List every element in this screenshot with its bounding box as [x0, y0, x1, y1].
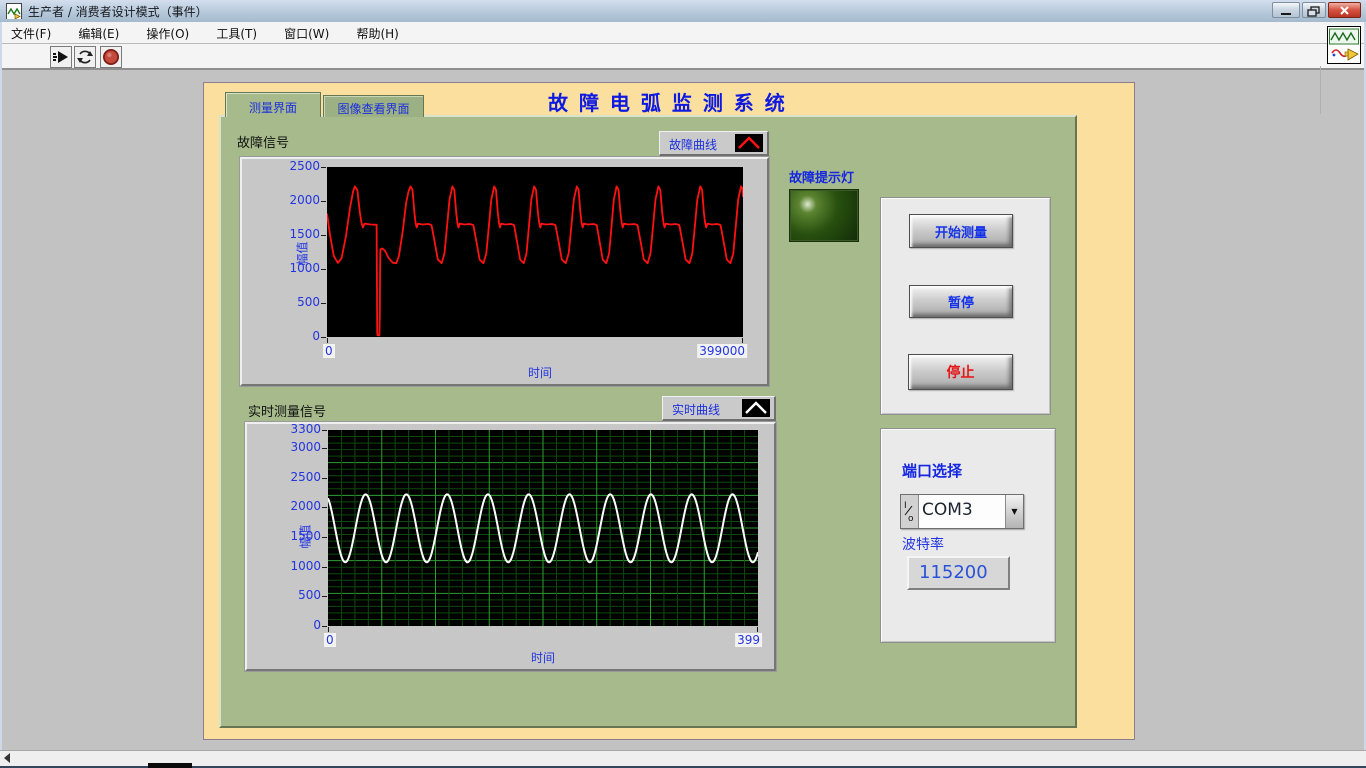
chart2-xtickmark [757, 627, 758, 632]
chart2-ytickmark [322, 507, 327, 508]
chart1-ytickmark [321, 167, 326, 168]
chart2-legend-label: 实时曲线 [672, 401, 720, 418]
chart2-legend[interactable]: 实时曲线 [662, 396, 776, 421]
scroll-left-arrow-icon[interactable] [4, 753, 10, 763]
chart2-title: 实时测量信号 [248, 401, 326, 420]
com-port-value[interactable]: COM3 [919, 495, 1005, 528]
chart1-legend[interactable]: 故障曲线 [659, 131, 769, 156]
restore-button[interactable] [1302, 2, 1326, 18]
chart1-legend-label: 故障曲线 [669, 136, 717, 153]
menu-operate[interactable]: 操作(O) [135, 22, 200, 42]
chart1-ytick: 1500 [274, 227, 320, 241]
com-port-combobox[interactable]: Io COM3 ▼ [900, 494, 1024, 529]
fault-led-label: 故障提示灯 [789, 167, 854, 186]
menu-window[interactable]: 窗口(W) [273, 22, 340, 42]
svg-text:I: I [904, 501, 907, 511]
chart2-ytick: 2500 [275, 470, 321, 484]
chart1-ytick: 500 [274, 295, 320, 309]
menu-help[interactable]: 帮助(H) [345, 22, 409, 42]
toolbar-separator [1320, 66, 1321, 114]
chart1-ytickmark [321, 235, 326, 236]
tab-measurement[interactable]: 测量界面 [225, 92, 321, 117]
vi-icon [1327, 26, 1361, 64]
menubar: 文件(F) 编辑(E) 操作(O) 工具(T) 窗口(W) 帮助(H) [0, 22, 1366, 44]
labview-front-panel-window: 生产者 / 消费者设计模式（事件） 文件(F) 编辑(E) 操作(O) 工具(T… [0, 0, 1366, 768]
toolbar [0, 44, 1366, 70]
menu-file[interactable]: 文件(F) [0, 22, 62, 42]
chart1-ytickmark [321, 337, 326, 338]
chart1-xtick: 399000 [697, 344, 747, 358]
combobox-dropdown-arrow[interactable]: ▼ [1005, 495, 1023, 528]
chart1-ytick: 1000 [274, 261, 320, 275]
chart2-xtickmark [328, 627, 329, 632]
chart1-xtickmark [327, 338, 328, 343]
taskbar-peek-notch [148, 763, 192, 768]
stop-button[interactable]: 停止 [908, 354, 1013, 390]
chart2-ytickmark [322, 567, 327, 568]
pause-button[interactable]: 暂停 [909, 285, 1013, 318]
menu-tools[interactable]: 工具(T) [205, 22, 268, 42]
run-button[interactable] [50, 46, 72, 68]
chart2-xlabel: 时间 [523, 649, 563, 666]
chart2-xtick: 399 [735, 633, 762, 647]
chart2-ytick: 500 [275, 588, 321, 602]
chart1-plot-area[interactable] [327, 167, 743, 337]
run-continuous-button[interactable] [74, 46, 96, 68]
labview-app-icon [6, 3, 22, 19]
svg-text:o: o [908, 514, 914, 524]
horizontal-scrollbar[interactable] [0, 750, 1366, 766]
minimize-button[interactable] [1272, 2, 1300, 18]
baud-rate-label: 波特率 [902, 534, 944, 554]
menu-edit[interactable]: 编辑(E) [67, 22, 130, 42]
chart1-ytickmark [321, 269, 326, 270]
fault-led-indicator[interactable] [789, 189, 859, 242]
chart1-title: 故障信号 [237, 132, 289, 151]
chart2-plot-area[interactable] [328, 430, 758, 626]
chart2-ytickmark [322, 596, 327, 597]
port-select-label: 端口选择 [902, 460, 962, 481]
chart2-ytickmark [322, 626, 327, 627]
chart2-ytick: 1500 [275, 529, 321, 543]
realtime-curve-icon [742, 399, 770, 417]
window-title: 生产者 / 消费者设计模式（事件） [28, 3, 208, 20]
chart2-ytick: 0 [275, 618, 321, 632]
chart2-ytickmark [322, 448, 327, 449]
baud-rate-value[interactable]: 115200 [907, 556, 1010, 590]
chart1-ytick: 0 [274, 329, 320, 343]
chart2-ytick: 3000 [275, 440, 321, 454]
chart2-ytickmark [322, 430, 327, 431]
abort-button[interactable] [100, 46, 122, 68]
chart2-ytickmark [322, 478, 327, 479]
chart2-ytickmark [322, 537, 327, 538]
io-icon: Io [901, 495, 919, 528]
chart1-ytickmark [321, 201, 326, 202]
chart2-ytick: 1000 [275, 559, 321, 573]
chart1-xtickmark [742, 338, 743, 343]
fault-curve-icon [735, 134, 763, 152]
chart1-ytick: 2000 [274, 193, 320, 207]
chart1-xtick: 0 [323, 344, 335, 358]
close-button[interactable] [1328, 2, 1361, 18]
window-left-border [0, 22, 2, 766]
page-title: 故 障 电 弧 监 测 系 统 [548, 87, 848, 116]
titlebar[interactable]: 生产者 / 消费者设计模式（事件） [0, 0, 1366, 23]
chart1-ytickmark [321, 303, 326, 304]
start-measure-button[interactable]: 开始测量 [909, 214, 1013, 248]
tab-image-view[interactable]: 图像查看界面 [323, 95, 424, 117]
chart1-xlabel: 时间 [520, 364, 560, 381]
chart2-ytick: 2000 [275, 499, 321, 513]
chart1-ytick: 2500 [274, 159, 320, 173]
chart2-ytick: 3300 [275, 422, 321, 436]
chart2-xtick: 0 [324, 633, 336, 647]
